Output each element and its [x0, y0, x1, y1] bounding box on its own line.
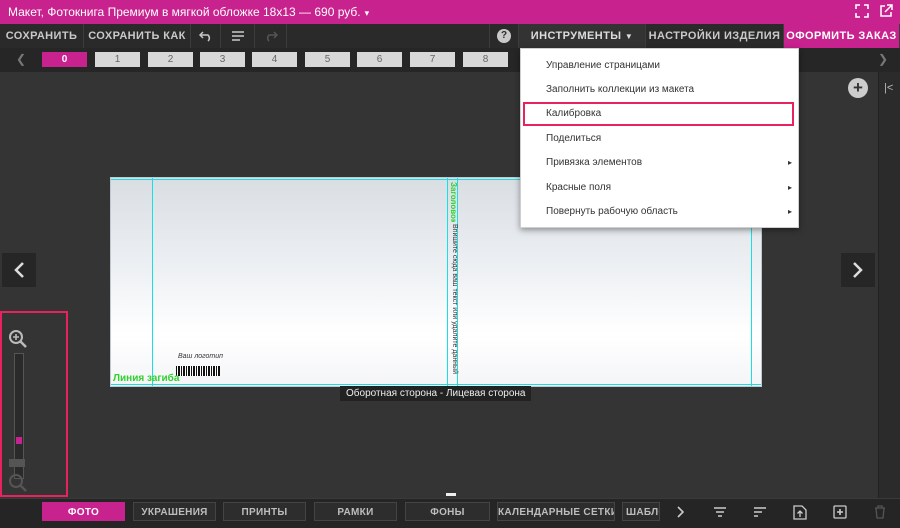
page-thumb-7[interactable]: 7 [410, 52, 455, 67]
main-toolbar: СОХРАНИТЬ СОХРАНИТЬ КАК ? ИНСТРУМЕНТЫ ▼ … [0, 24, 900, 48]
chevron-right-icon [677, 506, 684, 518]
help-icon: ? [497, 29, 511, 43]
tab-templates[interactable]: ШАБЛОНЫ [622, 502, 660, 521]
tab-frames[interactable]: РАМКИ [314, 502, 397, 521]
panel-resize-handle[interactable] [446, 493, 456, 496]
page-thumb-4[interactable]: 4 [252, 52, 297, 67]
next-spread-button[interactable] [841, 253, 875, 287]
add-button[interactable] [825, 502, 855, 522]
spread-caption: Оборотная сторона - Лицевая сторона [340, 386, 532, 401]
menu-item-rotate-workspace[interactable]: Повернуть рабочую область ▸ [521, 200, 800, 224]
history-button[interactable] [221, 24, 255, 48]
next-pages-icon[interactable]: ❯ [878, 52, 888, 66]
tab-decorations[interactable]: УКРАШЕНИЯ [133, 502, 216, 521]
prev-pages-icon[interactable]: ❮ [16, 52, 26, 66]
tab-prints[interactable]: ПРИНТЫ [223, 502, 306, 521]
list-icon [231, 30, 244, 41]
project-title[interactable]: Макет, Фотокнига Премиум в мягкой обложк… [8, 5, 369, 19]
tools-menu-button[interactable]: ИНСТРУМЕНТЫ ▼ [519, 24, 646, 48]
tab-photo[interactable]: ФОТО [42, 502, 125, 521]
sort-icon [754, 507, 766, 517]
zoom-control-highlight [0, 311, 68, 497]
sort-button[interactable] [745, 502, 775, 522]
checkout-button[interactable]: ОФОРМИТЬ ЗАКАЗ [784, 24, 900, 48]
guide-line [152, 178, 153, 386]
redo-button[interactable] [255, 24, 287, 48]
undo-icon [198, 31, 210, 42]
page-thumb-3[interactable]: 3 [200, 52, 245, 67]
page-thumb-8[interactable]: 8 [463, 52, 508, 67]
tab-calendar-grids[interactable]: КАЛЕНДАРНЫЕ СЕТКИ [497, 502, 615, 521]
add-box-icon [833, 505, 847, 519]
upload-button[interactable] [785, 502, 815, 522]
submenu-arrow-icon: ▸ [787, 207, 792, 216]
tools-dropdown-menu: Управление страницами Заполнить коллекци… [520, 48, 799, 228]
open-external-icon[interactable] [879, 4, 893, 18]
upload-icon [793, 504, 807, 520]
caret-down-icon: ▼ [624, 32, 634, 41]
expand-panel-icon[interactable]: |< [884, 82, 893, 94]
bottom-tab-bar: ФОТО УКРАШЕНИЯ ПРИНТЫ РАМКИ ФОНЫ КАЛЕНДА… [0, 498, 900, 528]
product-settings-button[interactable]: НАСТРОЙКИ ИЗДЕЛИЯ [646, 24, 784, 48]
barcode-image [176, 366, 220, 376]
tab-backgrounds[interactable]: ФОНЫ [405, 502, 490, 521]
submenu-arrow-icon: ▸ [787, 158, 792, 167]
guide-line [111, 384, 761, 385]
save-as-button[interactable]: СОХРАНИТЬ КАК [84, 24, 191, 48]
scroll-tabs-right-button[interactable] [665, 502, 695, 522]
submenu-arrow-icon: ▸ [787, 183, 792, 192]
delete-button[interactable] [865, 502, 895, 522]
publisher-logo-text[interactable]: Ваш логотип [178, 353, 223, 360]
chevron-down-icon[interactable]: ▾ [365, 8, 370, 19]
fold-line-label: Линия загиба [113, 373, 180, 384]
spine-text[interactable]: Впишите сюда ваш текст или удалите данны… [449, 224, 459, 374]
page-thumb-0[interactable]: 0 [42, 52, 87, 67]
menu-item-snap-elements[interactable]: Привязка элементов ▸ [521, 151, 800, 175]
page-thumb-1[interactable]: 1 [95, 52, 140, 67]
trash-icon [875, 505, 885, 519]
zoom-out-icon[interactable] [8, 473, 28, 498]
page-thumb-6[interactable]: 6 [357, 52, 402, 67]
fullscreen-icon[interactable] [855, 4, 869, 18]
menu-item-share[interactable]: Поделиться [521, 127, 800, 151]
filter-button[interactable] [705, 502, 735, 522]
add-page-icon[interactable]: + [848, 78, 868, 98]
page-thumb-5[interactable]: 5 [305, 52, 350, 67]
menu-item-red-margins[interactable]: Красные поля ▸ [521, 176, 800, 200]
save-button[interactable]: СОХРАНИТЬ [0, 24, 84, 48]
spine-title[interactable]: Заголовок [449, 182, 459, 222]
title-bar: Макет, Фотокнига Премиум в мягкой обложк… [0, 0, 900, 24]
zoom-level-marker [16, 437, 22, 444]
zoom-slider-handle[interactable] [9, 459, 25, 467]
page-thumb-2[interactable]: 2 [148, 52, 193, 67]
menu-item-calibration[interactable]: Калибровка [523, 102, 794, 126]
help-button[interactable]: ? [489, 24, 519, 48]
chevron-right-icon [853, 262, 863, 278]
right-panel-collapsed: |< [878, 72, 900, 498]
redo-icon [266, 31, 278, 42]
chevron-left-icon [14, 262, 24, 278]
undo-button[interactable] [191, 24, 221, 48]
zoom-in-icon[interactable] [8, 329, 28, 354]
menu-item-manage-pages[interactable]: Управление страницами [521, 54, 800, 78]
menu-item-fill-collections[interactable]: Заполнить коллекции из макета [521, 78, 800, 102]
prev-spread-button[interactable] [2, 253, 36, 287]
filter-icon [714, 507, 726, 517]
guide-line [447, 178, 448, 386]
